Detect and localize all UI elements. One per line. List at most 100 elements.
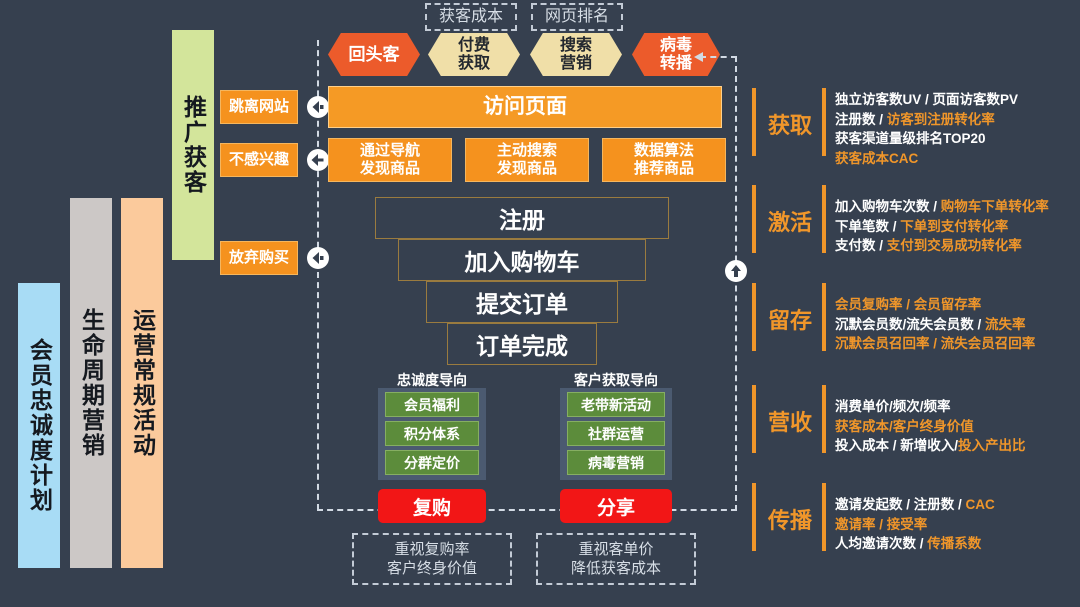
funnel-step-register[interactable]: 注册: [375, 197, 669, 239]
metric-segment: 获客成本/客户终身价值: [835, 418, 974, 434]
exit-box-abandon-cart[interactable]: 放弃购买: [220, 241, 298, 275]
exit-box-label: 跳离网站: [228, 97, 289, 115]
group-item-label: 老带新活动: [581, 396, 651, 413]
channel-label-line2: 获取: [457, 54, 490, 72]
funnel-step-add-to-cart[interactable]: 加入购物车: [398, 239, 646, 281]
cta-share[interactable]: 分享: [560, 489, 672, 523]
metric-accent-bar: [822, 185, 826, 253]
note-page-ranking: 网页排名: [531, 3, 623, 31]
funnel-step-submit-order[interactable]: 提交订单: [426, 281, 618, 323]
circle-up-arrow-icon: [725, 260, 747, 282]
metric-segment: 独立访客数UV / 页面访客数PV: [835, 92, 1019, 107]
discovery-label-line2: 发现商品: [359, 160, 420, 177]
funnel-step-label: 注册: [499, 207, 545, 233]
channel-label-line2: 营销: [559, 54, 592, 72]
note-label-line2: 客户终身价值: [386, 560, 477, 577]
metric-segment: 注册数 /: [835, 111, 887, 127]
metric-segment: 流失率: [985, 316, 1026, 332]
metric-accent-bar: [822, 385, 826, 453]
metric-line: 下单笔数 / 下单到支付转化率: [835, 217, 1080, 237]
discovery-label-line1: 数据算法: [633, 141, 694, 159]
metric-line: 注册数 / 访客到注册转化率: [835, 110, 1080, 130]
metric-segment: 访客到注册转化率: [886, 111, 995, 127]
metric-line: 投入成本 / 新增收入/投入产出比: [835, 436, 1080, 456]
metric-segment: 沉默会员数/流失会员数 /: [835, 316, 986, 332]
metric-accent-bar: [752, 483, 756, 551]
metric-stage-referral: 传播: [768, 505, 824, 533]
group-item-points-system[interactable]: 积分体系: [385, 421, 479, 446]
metric-stage-label: 营收: [768, 410, 813, 435]
group-item-label: 积分体系: [404, 425, 460, 442]
metric-line: 获客成本CAC: [835, 149, 1080, 169]
cta-label: 复购: [412, 497, 451, 519]
note-acquisition-focus: 重视客单价 降低获客成本: [536, 533, 696, 585]
funnel-step-order-complete[interactable]: 订单完成: [447, 323, 597, 365]
group-item-segment-pricing[interactable]: 分群定价: [385, 450, 479, 475]
metric-list-revenue: 消费单价/频次/频率 获客成本/客户终身价值 投入成本 / 新增收入/投入产出比: [835, 397, 1080, 456]
exit-box-not-interested[interactable]: 不感兴趣: [220, 143, 298, 177]
channel-paid-acquisition[interactable]: 付费 获取: [428, 33, 520, 76]
metric-line: 邀请发起数 / 注册数 / CAC: [835, 495, 1080, 515]
exit-box-label: 放弃购买: [228, 248, 289, 266]
metric-segment: 会员复购率 / 会员留存率: [835, 297, 982, 312]
metric-segment: 消费单价/频次/频率: [835, 399, 951, 414]
metric-accent-bar: [752, 385, 756, 453]
category-bar-operations: 运营常规活动: [121, 198, 163, 568]
metric-segment: 获客成本CAC: [835, 150, 919, 166]
discovery-via-navigation[interactable]: 通过导航 发现商品: [328, 138, 452, 182]
metric-segment: 投入成本 / 新增收入/: [835, 438, 959, 454]
metric-line: 会员复购率 / 会员留存率: [835, 295, 1080, 315]
category-bar-label: 会员忠诚度计划: [26, 338, 53, 513]
group-title-loyalty: 忠诚度导向: [378, 370, 486, 390]
group-item-referral-campaign[interactable]: 老带新活动: [567, 392, 665, 417]
metric-line: 沉默会员数/流失会员数 / 流失率: [835, 315, 1080, 335]
metric-line: 获客渠道量级排名TOP20: [835, 129, 1080, 149]
group-item-viral-marketing[interactable]: 病毒营销: [567, 450, 665, 475]
metric-stage-label: 传播: [768, 508, 813, 533]
group-title-label: 客户获取导向: [574, 372, 658, 388]
metric-accent-bar: [752, 185, 756, 253]
channel-search-marketing[interactable]: 搜索 营销: [530, 33, 622, 76]
metric-segment: 邀请率 / 接受率: [835, 516, 928, 532]
category-bar-lifecycle: 生命周期营销: [70, 198, 112, 568]
discovery-label-line2: 发现商品: [496, 160, 557, 177]
note-label-line1: 重视客单价: [578, 540, 654, 558]
diagram-canvas: 会员忠诚度计划 生命周期营销 运营常规活动 推广获客 跳离网站 不感兴趣 放弃购…: [0, 0, 1080, 607]
metric-list-referral: 邀请发起数 / 注册数 / CAC 邀请率 / 接受率 人均邀请次数 / 传播系数: [835, 495, 1080, 554]
discovery-via-algorithm[interactable]: 数据算法 推荐商品: [602, 138, 726, 182]
cta-repurchase[interactable]: 复购: [378, 489, 486, 523]
stage-visit-page[interactable]: 访问页面: [328, 86, 722, 128]
metric-segment: 传播系数: [927, 536, 982, 552]
group-item-label: 会员福利: [404, 396, 460, 413]
discovery-via-search[interactable]: 主动搜索 发现商品: [465, 138, 589, 182]
group-item-label: 病毒营销: [588, 454, 644, 471]
metric-segment: 投入产出比: [958, 438, 1026, 454]
channel-returning-customer[interactable]: 回头客: [328, 33, 420, 76]
discovery-label-line1: 主动搜索: [496, 141, 557, 159]
circle-left-arrow-icon: [307, 247, 329, 269]
group-item-community-ops[interactable]: 社群运营: [567, 421, 665, 446]
metric-line: 获客成本/客户终身价值: [835, 417, 1080, 437]
funnel-step-label: 提交订单: [476, 291, 568, 317]
loopback-line-vertical: [735, 56, 737, 511]
funnel-step-label: 加入购物车: [464, 249, 580, 275]
metric-accent-bar: [822, 88, 826, 156]
cta-label: 分享: [596, 497, 635, 519]
metric-segment: 人均邀请次数 /: [835, 536, 928, 552]
metric-segment: 沉默会员召回率 / 流失会员召回率: [835, 336, 1036, 352]
group-title-acquisition: 客户获取导向: [560, 370, 672, 390]
channel-label-line2: 转播: [659, 54, 692, 72]
group-item-member-benefits[interactable]: 会员福利: [385, 392, 479, 417]
channel-label-line1: 病毒: [659, 36, 692, 54]
category-bar-acquisition: 推广获客: [172, 30, 214, 260]
channel-label-line1: 付费: [457, 36, 490, 54]
metric-stage-label: 留存: [768, 308, 813, 333]
metric-accent-bar: [822, 483, 826, 551]
metric-list-activation: 加入购物车次数 / 购物车下单转化率 下单笔数 / 下单到支付转化率 支付数 / 支…: [835, 197, 1080, 256]
metric-stage-activation: 激活: [768, 207, 824, 235]
metric-segment: 下单笔数 /: [835, 218, 901, 234]
note-label-line1: 重视复购率: [394, 540, 470, 558]
exit-box-bounce[interactable]: 跳离网站: [220, 90, 298, 124]
metric-segment: 购物车下单转化率: [940, 199, 1049, 214]
metric-accent-bar: [822, 283, 826, 351]
